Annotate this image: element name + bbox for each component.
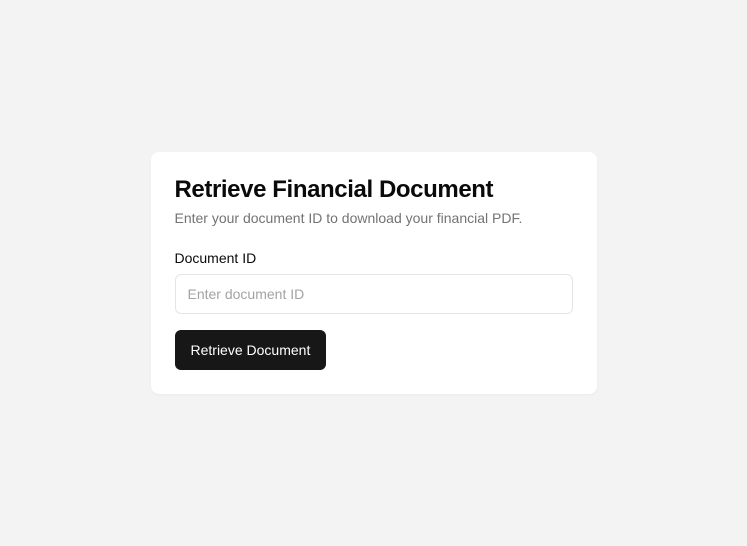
document-id-input[interactable] (175, 274, 573, 314)
card-title: Retrieve Financial Document (175, 176, 573, 204)
card-subtitle: Enter your document ID to download your … (175, 210, 573, 226)
retrieve-document-button[interactable]: Retrieve Document (175, 330, 327, 370)
document-id-label: Document ID (175, 250, 573, 266)
document-retrieval-card: Retrieve Financial Document Enter your d… (151, 152, 597, 394)
